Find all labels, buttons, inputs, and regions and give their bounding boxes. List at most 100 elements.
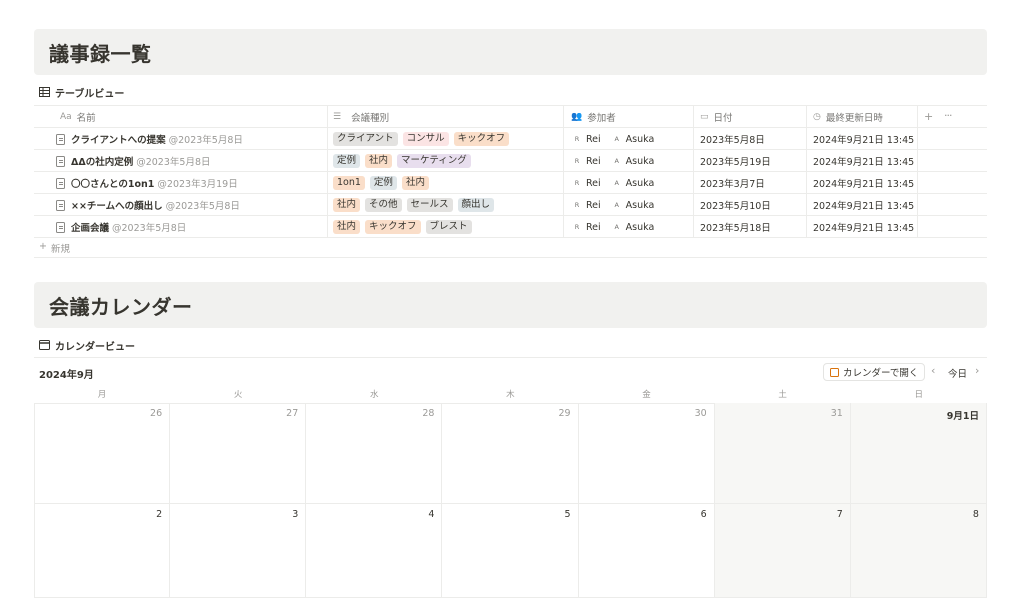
new-row-button[interactable]: + 新規 (39, 241, 70, 255)
participants-cell[interactable]: R Rei A Asuka (564, 194, 694, 216)
calendar-day-cell[interactable]: 6 (578, 504, 715, 598)
calendar-icon (830, 367, 839, 377)
participants-cell[interactable]: R Rei A Asuka (564, 216, 694, 238)
document-icon (56, 199, 65, 211)
row-title[interactable]: ××チームへの顔出し (71, 198, 163, 212)
date-mention: @2023年5月8日 (136, 157, 211, 168)
chevron-right-icon[interactable]: › (975, 364, 979, 377)
day-number: 4 (428, 509, 435, 520)
document-icon (56, 133, 65, 145)
section-title: 会議カレンダー (49, 294, 193, 319)
tag: キックオフ (365, 220, 421, 234)
day-number: 6 (700, 509, 707, 520)
column-header-date[interactable]: ▭ 日付 (694, 106, 807, 128)
tab-calendar-view[interactable]: カレンダービュー (39, 336, 135, 354)
name-cell[interactable]: ΔΔの社内定例 @2023年5月8日 (34, 150, 328, 172)
calendar-day-cell[interactable]: 2 (34, 504, 171, 598)
more-options-button[interactable]: ··· (944, 109, 952, 122)
text-type-icon: Aa (60, 112, 72, 122)
open-in-calendar-button[interactable]: カレンダーで開く (823, 363, 926, 381)
plus-icon: + (39, 241, 47, 252)
name-cell[interactable]: クライアントへの提案 @2023年5月8日 (34, 128, 328, 150)
weekday-label: 土 (778, 390, 787, 400)
calendar-day-cell[interactable]: 7 (714, 504, 851, 598)
date-mention: @2023年5月8日 (112, 223, 187, 234)
column-header-type[interactable]: ☰ 会議種別 (328, 106, 564, 128)
participant-name: Asuka (625, 221, 655, 233)
today-button[interactable]: 今日 (948, 366, 967, 380)
type-cell[interactable]: クライアント コンサル キックオフ (328, 128, 564, 150)
weekday-label: 金 (642, 390, 651, 400)
row-title[interactable]: クライアントへの提案 (71, 132, 166, 146)
calendar-day-cell[interactable]: 9月1日 (850, 403, 987, 504)
empty-cell (918, 194, 987, 216)
participants-cell[interactable]: R Rei A Asuka (564, 150, 694, 172)
tab-label: カレンダービュー (55, 341, 135, 353)
date-cell[interactable]: 2023年3月7日 (694, 172, 807, 194)
type-cell[interactable]: 社内 その他 セールス 顔出し (328, 194, 564, 216)
calendar-day-cell[interactable]: 4 (306, 504, 443, 598)
day-number: 5 (564, 509, 571, 520)
row-title[interactable]: ΔΔの社内定例 (71, 154, 133, 168)
calendar-day-cell[interactable]: 5 (442, 504, 579, 598)
row-title[interactable]: 〇〇さんとの1on1 (71, 176, 154, 190)
day-number: 29 (558, 408, 571, 419)
date-mention: @2023年5月8日 (168, 135, 243, 146)
weekday-label: 日 (914, 390, 924, 400)
type-cell[interactable]: 1on1 定例 社内 (328, 172, 564, 194)
date-cell[interactable]: 2023年5月8日 (694, 128, 807, 150)
calendar-day-cell[interactable]: 3 (170, 504, 307, 598)
avatar: R (574, 157, 580, 165)
table-row[interactable]: ΔΔの社内定例 @2023年5月8日 定例 社内 マーケティング R Rei A Asuka 20… (34, 150, 987, 172)
column-header-label: 日付 (713, 113, 733, 124)
updated-value: 2024年9月21日 13:45 (813, 157, 915, 168)
tag: ブレスト (425, 220, 472, 234)
name-cell[interactable]: ××チームへの顔出し @2023年5月8日 (34, 194, 328, 216)
calendar-day-cell[interactable]: 28 (306, 403, 443, 504)
tag: 社内 (333, 198, 361, 212)
tag: キックオフ (453, 132, 510, 146)
tab-table-view[interactable]: テーブルビュー (39, 83, 124, 101)
name-cell[interactable]: 企画会議 @2023年5月8日 (34, 216, 328, 238)
calendar-grid: 26 27 28 29 30 31 9月1日 2 3 4 5 6 7 8 (34, 403, 987, 598)
day-number: 30 (694, 408, 707, 419)
column-header-name[interactable]: Aa 名前 (34, 106, 328, 128)
date-cell[interactable]: 2023年5月19日 (694, 150, 807, 172)
avatar: R (574, 201, 580, 209)
weekday-header: 月火水木金土日 (34, 388, 987, 402)
day-number: 9月1日 (946, 411, 979, 422)
table-row[interactable]: ××チームへの顔出し @2023年5月8日 社内 その他 セールス 顔出し R Rei A Asu… (34, 194, 987, 216)
date-value: 2023年3月7日 (700, 179, 765, 190)
list-icon: ☰ (333, 112, 342, 122)
calendar-day-cell[interactable]: 29 (442, 403, 579, 504)
calendar-day-cell[interactable]: 8 (850, 504, 987, 598)
column-header-updated[interactable]: ◷ 最終更新日時 (807, 106, 918, 128)
calendar-day-cell[interactable]: 30 (578, 403, 715, 504)
column-header-participants[interactable]: 👥 参加者 (564, 106, 694, 128)
date-cell[interactable]: 2023年5月10日 (694, 194, 807, 216)
tag: コンサル (402, 132, 449, 146)
divider (34, 215, 987, 216)
date-mention: @2023年3月19日 (157, 179, 238, 190)
day-number: 31 (830, 408, 843, 419)
date-cell[interactable]: 2023年5月18日 (694, 216, 807, 238)
row-title[interactable]: 企画会議 (71, 220, 109, 234)
type-cell[interactable]: 定例 社内 マーケティング (328, 150, 564, 172)
table-section-header: 議事録一覧 (34, 29, 987, 75)
participants-cell[interactable]: R Rei A Asuka (564, 128, 694, 150)
add-column-button[interactable]: + (924, 110, 933, 123)
table-row[interactable]: 企画会議 @2023年5月8日 社内 キックオフ ブレスト R Rei A Asuka 2023年… (34, 216, 987, 238)
participants-cell[interactable]: R Rei A Asuka (564, 172, 694, 194)
calendar-day-cell[interactable]: 27 (170, 403, 307, 504)
table-row[interactable]: 〇〇さんとの1on1 @2023年3月19日 1on1 定例 社内 R Rei A Asuka 2… (34, 172, 987, 194)
name-cell[interactable]: 〇〇さんとの1on1 @2023年3月19日 (34, 172, 328, 194)
divider (34, 357, 987, 358)
calendar-day-cell[interactable]: 26 (34, 403, 171, 504)
day-number: 7 (836, 509, 843, 520)
chevron-left-icon[interactable]: ‹ (931, 364, 935, 377)
type-cell[interactable]: 社内 キックオフ ブレスト (328, 216, 564, 238)
calendar-month-label: 2024年9月 (39, 370, 94, 381)
table-row[interactable]: クライアントへの提案 @2023年5月8日 クライアント コンサル キックオフ R Rei A… (34, 128, 987, 150)
calendar-day-cell[interactable]: 31 (714, 403, 851, 504)
day-number: 2 (156, 509, 163, 520)
